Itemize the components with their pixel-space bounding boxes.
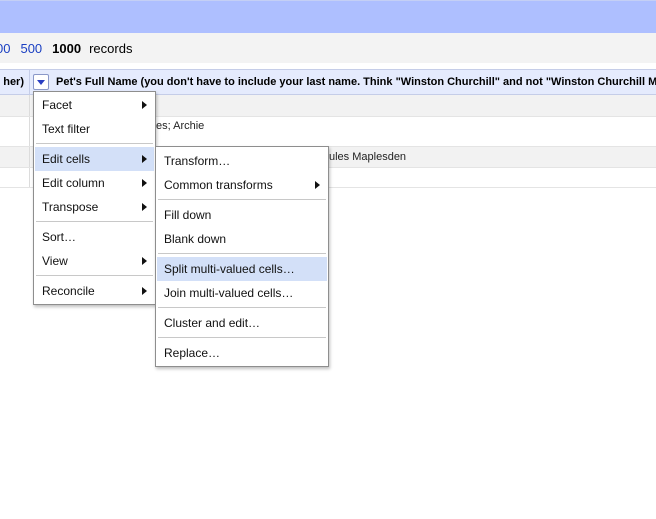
submenu-arrow-icon xyxy=(142,101,147,109)
menu-divider xyxy=(36,275,153,276)
menu-item-text-filter[interactable]: Text filter xyxy=(35,117,154,141)
table-cell[interactable]: ules Maplesden xyxy=(329,151,406,163)
menu-item-reconcile[interactable]: Reconcile xyxy=(35,279,154,303)
column-title: Pet's Full Name (you don't have to inclu… xyxy=(56,76,656,88)
page-size-option-500[interactable]: 500 xyxy=(20,41,42,56)
menu-item-label: Edit column xyxy=(42,176,105,190)
menu-divider xyxy=(36,143,153,144)
menu-item-transform[interactable]: Transform… xyxy=(157,149,327,173)
menu-item-label: Blank down xyxy=(164,232,227,246)
dropdown-triangle-icon xyxy=(37,79,45,85)
menu-item-view[interactable]: View xyxy=(35,249,154,273)
column-dropdown-menu: Facet Text filter Edit cells Edit column… xyxy=(33,91,156,305)
menu-item-fill-down[interactable]: Fill down xyxy=(157,203,327,227)
records-label: records xyxy=(89,40,133,56)
menu-item-replace[interactable]: Replace… xyxy=(157,341,327,365)
menu-item-label: Edit cells xyxy=(42,152,91,166)
menu-item-blank-down[interactable]: Blank down xyxy=(157,227,327,251)
previous-column-title: her) xyxy=(3,76,24,88)
menu-item-label: Transform… xyxy=(164,154,231,168)
menu-item-split-multi-valued-cells[interactable]: Split multi-valued cells… xyxy=(157,257,327,281)
menu-item-label: Replace… xyxy=(164,346,221,360)
menu-item-edit-cells[interactable]: Edit cells xyxy=(35,147,154,171)
menu-divider xyxy=(158,199,326,200)
submenu-arrow-icon xyxy=(142,257,147,265)
page-size-current-1000: 1000 xyxy=(52,40,82,56)
submenu-arrow-icon xyxy=(142,179,147,187)
menu-item-label: Cluster and edit… xyxy=(164,316,261,330)
table-cell[interactable]: es; Archie xyxy=(156,120,204,132)
menu-item-join-multi-valued-cells[interactable]: Join multi-valued cells… xyxy=(157,281,327,305)
menu-item-label: Common transforms xyxy=(164,178,273,192)
previous-column-header[interactable]: her) xyxy=(0,70,30,94)
menu-item-label: Sort… xyxy=(42,230,77,244)
page-size-option-100[interactable]: 00 xyxy=(0,41,10,56)
menu-item-label: Transpose xyxy=(42,200,99,214)
menu-item-label: View xyxy=(42,254,68,268)
edit-cells-submenu: Transform… Common transforms Fill down B… xyxy=(155,146,329,367)
submenu-arrow-icon xyxy=(142,155,147,163)
menu-divider xyxy=(158,307,326,308)
menu-divider xyxy=(158,337,326,338)
app-header-bar xyxy=(0,0,656,33)
menu-item-label: Join multi-valued cells… xyxy=(164,286,294,300)
menu-item-common-transforms[interactable]: Common transforms xyxy=(157,173,327,197)
menu-item-label: Split multi-valued cells… xyxy=(164,262,295,276)
menu-item-label: Text filter xyxy=(42,122,91,136)
menu-divider xyxy=(158,253,326,254)
records-pager: 00 500 1000 records xyxy=(0,33,656,63)
menu-item-label: Reconcile xyxy=(42,284,95,298)
menu-item-transpose[interactable]: Transpose xyxy=(35,195,154,219)
menu-divider xyxy=(36,221,153,222)
submenu-arrow-icon xyxy=(315,181,320,189)
menu-item-sort[interactable]: Sort… xyxy=(35,225,154,249)
menu-item-cluster-and-edit[interactable]: Cluster and edit… xyxy=(157,311,327,335)
menu-item-label: Fill down xyxy=(164,208,212,222)
menu-item-label: Facet xyxy=(42,98,73,112)
menu-item-facet[interactable]: Facet xyxy=(35,93,154,117)
submenu-arrow-icon xyxy=(142,203,147,211)
column-menu-dropdown-button[interactable] xyxy=(33,74,49,90)
menu-item-edit-column[interactable]: Edit column xyxy=(35,171,154,195)
submenu-arrow-icon xyxy=(142,287,147,295)
